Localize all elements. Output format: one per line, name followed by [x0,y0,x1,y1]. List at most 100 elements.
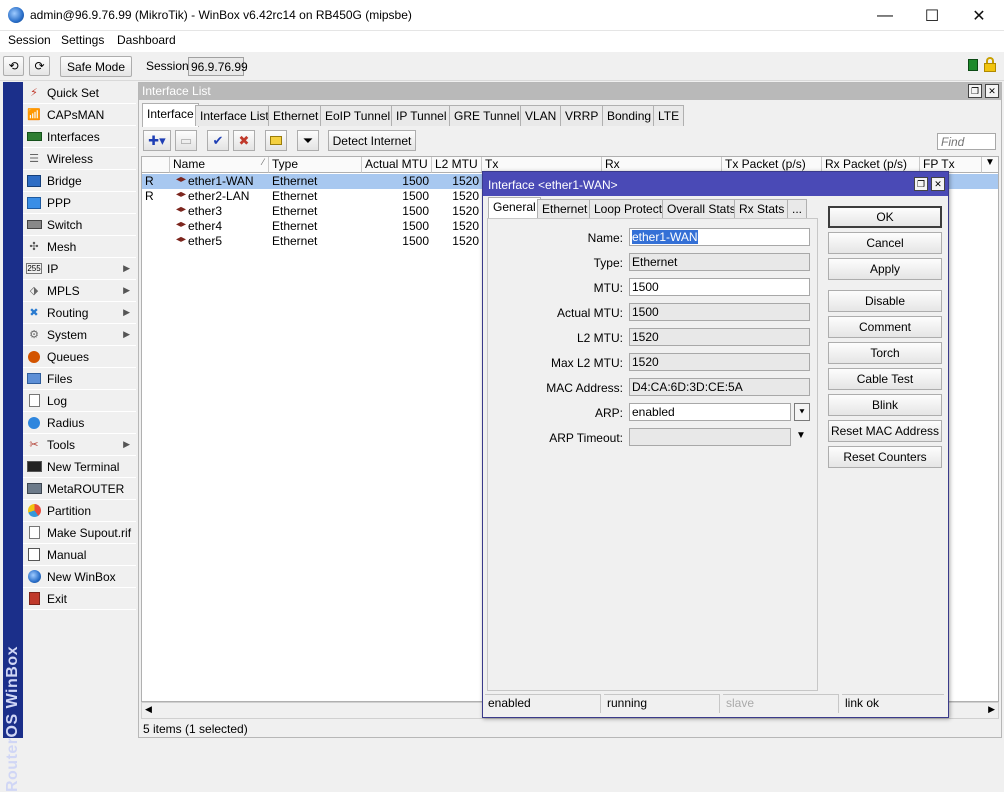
sidebar-item-new-terminal[interactable]: New Terminal [23,456,136,478]
scroll-left-icon[interactable]: ◀ [145,704,152,715]
sidebar-item-exit[interactable]: Exit [23,588,136,610]
dialog-tab-more[interactable]: ... [787,199,807,218]
comment-button[interactable] [265,130,287,151]
remove-button[interactable]: ▭ [175,130,197,151]
column-header-type[interactable]: Type [269,157,362,173]
menu-session[interactable]: Session [8,33,51,47]
close-icon[interactable]: ✕ [985,84,999,98]
close-button[interactable]: ✕ [956,0,1002,31]
detect-internet-button[interactable]: Detect Internet [328,130,416,151]
tab-bonding[interactable]: Bonding [602,105,656,126]
undo-button[interactable]: ⟲ [3,56,24,76]
column-header-actual-mtu[interactable]: Actual MTU [362,157,432,173]
bridge-icon [26,174,42,188]
tab-ethernet[interactable]: Ethernet [268,105,323,126]
status-enabled: enabled [485,694,601,713]
dialog-tab-rx-stats[interactable]: Rx Stats [734,199,789,218]
arp-timeout-field[interactable] [629,428,791,446]
exit-icon [26,592,42,606]
sidebar-item-interfaces[interactable]: Interfaces [23,126,136,148]
sidebar-item-wireless[interactable]: ☰ Wireless [23,148,136,170]
sidebar-item-switch[interactable]: Switch [23,214,136,236]
submenu-arrow-icon: ▶ [123,329,130,340]
mac-address-label: MAC Address: [488,381,623,395]
disable-button[interactable]: Disable [828,290,942,312]
dialog-close-icon[interactable]: ✕ [931,177,945,191]
submenu-arrow-icon: ▶ [123,307,130,318]
sidebar-item-log[interactable]: Log [23,390,136,412]
supout-icon [26,526,42,540]
sidebar-item-ppp[interactable]: PPP [23,192,136,214]
safe-mode-button[interactable]: Safe Mode [60,56,132,77]
tab-vlan[interactable]: VLAN [520,105,561,126]
blink-button[interactable]: Blink [828,394,942,416]
lock-icon [983,57,997,72]
filter-button[interactable]: ⏷ [297,130,319,151]
tab-interface[interactable]: Interface [142,103,199,127]
sidebar-item-metarouter[interactable]: MetaROUTER [23,478,136,500]
tab-interface-list[interactable]: Interface List [195,105,274,126]
sidebar-item-mpls[interactable]: ⬗ MPLS ▶ [23,280,136,302]
sidebar-item-new-winbox[interactable]: New WinBox [23,566,136,588]
sidebar-item-manual[interactable]: Manual [23,544,136,566]
sidebar-item-routing[interactable]: ✖ Routing ▶ [23,302,136,324]
dialog-tab-ethernet[interactable]: Ethernet [537,199,592,218]
minimize-button[interactable]: — [862,0,908,31]
sidebar-item-mesh[interactable]: ✣ Mesh [23,236,136,258]
actual-mtu-label: Actual MTU: [488,306,623,320]
dialog-restore-icon[interactable]: ❐ [914,177,928,191]
maximize-button[interactable]: ☐ [909,0,955,31]
arp-timeout-expand-icon[interactable]: ▼ [796,430,806,441]
restore-icon[interactable]: ❐ [968,84,982,98]
column-header-l2-mtu[interactable]: L2 MTU [432,157,482,173]
dialog-tab-general[interactable]: General [488,197,541,219]
sidebar-item-make-supout[interactable]: Make Supout.rif [23,522,136,544]
comment-icon [270,136,282,145]
mtu-field[interactable]: 1500 [629,278,810,296]
sidebar-item-partition[interactable]: Partition [23,500,136,522]
add-button[interactable]: ✚▾ [143,130,171,151]
tab-gre-tunnel[interactable]: GRE Tunnel [449,105,524,126]
cable-test-button[interactable]: Cable Test [828,368,942,390]
enable-button[interactable]: ✔ [207,130,229,151]
arp-select[interactable]: enabled [629,403,791,421]
tab-vrrp[interactable]: VRRP [560,105,603,126]
comment-button[interactable]: Comment [828,316,942,338]
sidebar-item-queues[interactable]: Queues [23,346,136,368]
menu-settings[interactable]: Settings [61,33,104,47]
tab-ip-tunnel[interactable]: IP Tunnel [391,105,451,126]
dialog-title: Interface <ether1-WAN> [488,178,618,192]
sidebar-item-bridge[interactable]: Bridge [23,170,136,192]
menu-dashboard[interactable]: Dashboard [117,33,176,47]
column-header-name[interactable]: Name⁄ [170,157,269,173]
dialog-tab-loop-protect[interactable]: Loop Protect [589,199,667,218]
cancel-button[interactable]: Cancel [828,232,942,254]
apply-button[interactable]: Apply [828,258,942,280]
scroll-right-icon[interactable]: ▶ [988,704,995,715]
torch-button[interactable]: Torch [828,342,942,364]
reset-counters-button[interactable]: Reset Counters [828,446,942,468]
tab-lte[interactable]: LTE [653,105,684,126]
l2-mtu-label: L2 MTU: [488,331,623,345]
sidebar-item-files[interactable]: Files [23,368,136,390]
submenu-arrow-icon: ▶ [123,263,130,274]
sidebar-item-quick-set[interactable]: ⚡ Quick Set [23,82,136,104]
name-field[interactable]: ether1-WAN [629,228,810,246]
find-input[interactable] [937,133,996,150]
sidebar-item-ip[interactable]: 255 IP ▶ [23,258,136,280]
dialog-tab-overall-stats[interactable]: Overall Stats [662,199,741,218]
ok-button[interactable]: OK [828,206,942,228]
arp-dropdown-icon[interactable]: ⯆ [794,403,810,421]
sidebar-item-radius[interactable]: Radius [23,412,136,434]
column-header-flags[interactable] [142,157,170,173]
column-menu-icon[interactable]: ▼ [982,157,998,173]
disable-button[interactable]: ✖ [233,130,255,151]
sort-icon: ⁄ [262,157,264,167]
sidebar-item-capsman[interactable]: 📶 CAPsMAN [23,104,136,126]
sidebar-item-tools[interactable]: ✂ Tools ▶ [23,434,136,456]
tab-eoip-tunnel[interactable]: EoIP Tunnel [320,105,395,126]
sidebar-item-system[interactable]: ⚙ System ▶ [23,324,136,346]
reset-mac-address-button[interactable]: Reset MAC Address [828,420,942,442]
general-tab-pane: Name: ether1-WAN Type: Ethernet MTU: 150… [487,218,818,691]
redo-button[interactable]: ⟳ [29,56,50,76]
